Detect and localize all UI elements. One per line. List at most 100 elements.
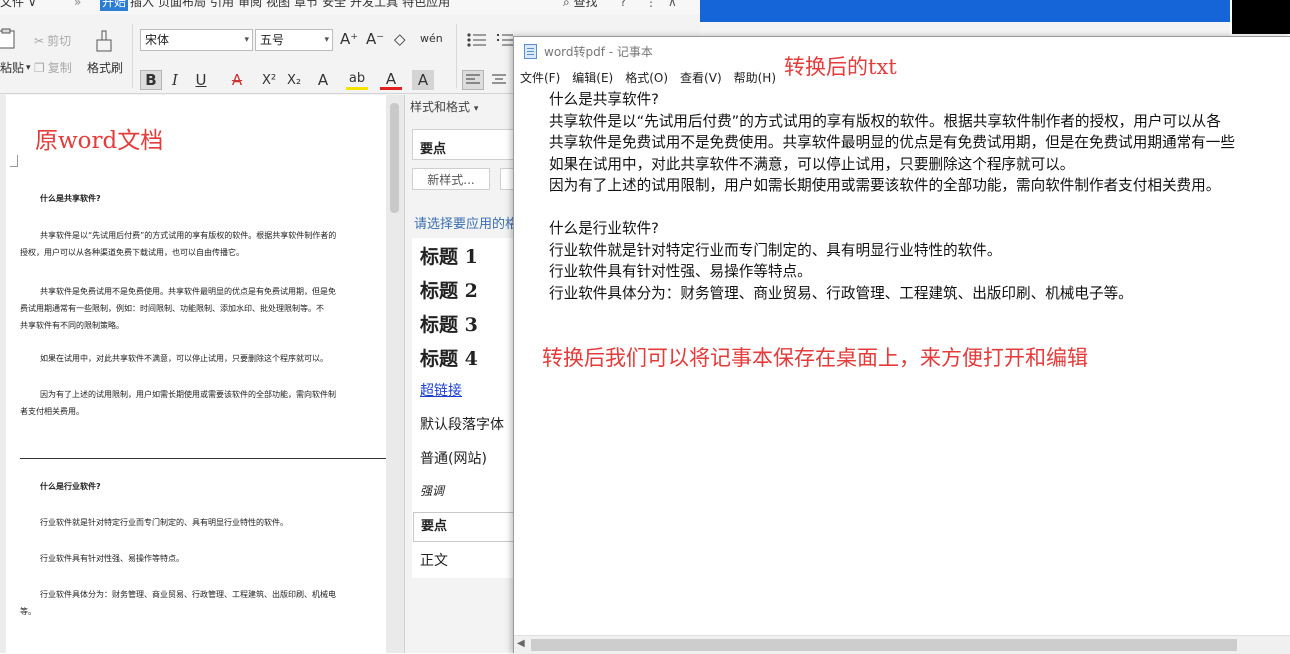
clear-format-icon[interactable]: ◇ [394,30,406,48]
phonetic-guide-button[interactable]: wén [420,32,443,45]
doc-paragraph: 行业软件具有针对性强、易操作等特点。 [40,554,184,563]
ribbon-tab[interactable]: 开始 [100,0,129,11]
background-window-titlebar [700,0,1230,22]
find-button[interactable]: ⌕ 查找 [563,0,598,8]
format-painter-button[interactable]: 格式刷 [87,59,123,76]
ribbon-tab[interactable]: 审阅 [236,0,264,11]
document-page[interactable]: 原word文档 什么是共享软件? 共享软件是以“先试用后付费”的方式试用的享有版… [0,95,386,653]
bold-button[interactable]: B [140,70,162,90]
ribbon-divider [456,24,457,88]
ribbon-tabs: 开始 插入 页面布局 引用 审阅 视图 章节 安全 开发工具 特色应用 [100,0,452,11]
doc-heading: 什么是共享软件? [40,194,101,203]
shrink-font-button[interactable]: A⁻ [366,30,384,48]
ribbon-tab[interactable]: 开发工具 [348,0,400,11]
ribbon-tab[interactable]: 安全 [320,0,348,11]
doc-paragraph: 行业软件具体分为：财务管理、商业贸易、行政管理、工程建筑、出版印刷、机械电 等。 [20,590,336,616]
highlight-button[interactable]: ab [346,70,368,90]
page-corner-mark [10,166,18,167]
style-item[interactable]: 要点 [413,512,523,542]
style-item[interactable]: 标题 4 [420,344,478,371]
font-name-select[interactable]: 宋体 ▾ [140,29,253,51]
notepad-text-line: 行业软件具体分为：财务管理、商业贸易、行政管理、工程建筑、出版印刷、机械电子等。 [549,284,1133,302]
notepad-menu-item[interactable]: 帮助(H) [728,66,782,86]
style-item[interactable]: 普通(网站) [420,448,487,468]
styles-pane-title[interactable]: 样式和格式 ▾ [410,98,478,115]
scroll-left-icon[interactable]: ◀ [517,638,525,649]
style-item[interactable]: 标题 3 [420,310,478,337]
align-left-icon[interactable] [462,70,484,90]
help-icon[interactable]: ? [620,0,626,8]
paste-icon[interactable] [0,28,16,50]
new-style-button[interactable]: 新样式... [412,168,490,190]
font-color-button[interactable]: A [380,70,402,90]
more-chevron-icon[interactable]: » [74,0,81,8]
notepad-text-line: 什么是共享软件? [549,91,659,108]
document-scrollbar[interactable] [386,95,404,653]
ribbon-tab[interactable]: 插入 [128,0,156,11]
format-painter-icon[interactable] [92,28,116,54]
bullet-list-icon[interactable] [465,30,489,50]
notepad-titlebar[interactable]: word转pdf - 记事本 转换后的txt [514,37,1290,79]
notepad-menu-item[interactable]: 格式(O) [619,66,674,86]
background-window-toolbar [700,22,1230,36]
edge-mark: ⋮ [1286,521,1290,531]
ribbon-tab[interactable]: 引用 [208,0,236,11]
strikethrough-button[interactable]: A [226,70,248,90]
notepad-icon [524,44,537,59]
original-doc-annotation: 原word文档 [35,128,164,154]
notepad-menu-item[interactable]: 文件(F) [514,66,566,86]
char-shading-button[interactable]: A [412,70,434,90]
font-size-select[interactable]: 五号 ▾ [255,29,333,51]
doc-paragraph: 因为有了上述的试用限制，用户如需长期使用或需要该软件的全部功能，需向软件制 者支付… [20,390,336,416]
notepad-text-line: 行业软件具有针对性强、易操作等特点。 [549,263,812,280]
cut-button[interactable]: ✂ 剪切 [34,32,71,49]
notepad-text-area[interactable]: 什么是共享软件? 共享软件是以“先试用后付费”的方式试用的享有版权的软件。根据共享… [549,89,1235,304]
style-item[interactable]: 标题 2 [420,276,478,303]
paste-label[interactable]: 粘贴 ▾ [0,59,31,76]
save-tip-annotation: 转换后我们可以将记事本保存在桌面上，来方便打开和编辑 [542,346,1088,370]
horizontal-scrollbar[interactable]: ◀ [514,635,1290,654]
italic-button[interactable]: I [164,70,186,90]
doc-paragraph: 共享软件是以“先试用后付费”的方式试用的享有版权的软件。根据共享软件制作者的 授权… [20,231,337,257]
current-style-box[interactable]: 要点 [412,129,522,160]
scrollbar-thumb[interactable] [390,103,399,213]
notepad-title: word转pdf - 记事本 [544,45,653,59]
notepad-window: word转pdf - 记事本 转换后的txt 文件(F) 编辑(E) 格式(O) 查看… [513,36,1290,654]
document-margin [0,95,6,653]
ribbon-tab[interactable]: 页面布局 [156,0,208,11]
notepad-menu-item[interactable]: 编辑(E) [566,66,619,86]
style-item[interactable]: 标题 1 [420,242,478,269]
ribbon-tab[interactable]: 视图 [264,0,292,11]
collapse-ribbon-icon[interactable]: ∧ [668,0,677,8]
wps-menubar: 文件 ∨ » 开始 插入 页面布局 引用 审阅 视图 章节 安全 开发工具 特色应用 ⌕ 查找 ?… [0,0,700,14]
notepad-text-line: 共享软件是以“先试用后付费”的方式试用的享有版权的软件。根据共享软件制作者的授权… [549,112,1221,130]
more-options-icon[interactable]: ⋮ [645,0,657,8]
text-effect-button[interactable]: A [312,70,334,90]
file-menu[interactable]: 文件 ∨ [0,0,37,8]
page-break-line [20,458,386,459]
numbered-list-icon[interactable] [496,30,514,50]
underline-button[interactable]: U [190,70,212,90]
ribbon-divider [132,24,133,88]
grow-font-button[interactable]: A⁺ [340,30,358,48]
style-item[interactable]: 正文 [420,550,448,570]
copy-button[interactable]: ❐ 复制 [34,59,72,76]
scrollbar-thumb[interactable] [531,639,1237,651]
style-item[interactable]: 强调 [420,482,444,499]
notepad-text-line: 什么是行业软件? [549,220,659,237]
doc-paragraph: 行业软件就是针对特定行业而专门制定的、具有明显行业特性的软件。 [40,518,288,527]
notepad-text-line [549,197,1235,219]
doc-heading: 什么是行业软件? [40,482,101,491]
notepad-menubar: 文件(F) 编辑(E) 格式(O) 查看(V) 帮助(H) [514,66,1290,86]
notepad-text-line: 共享软件是免费试用不是免费使用。共享软件最明显的优点是有免费试用期，但是在免费试… [549,134,1235,151]
align-center-icon[interactable] [488,70,510,90]
ribbon-tab[interactable]: 特色应用 [400,0,452,11]
notepad-menu-item[interactable]: 查看(V) [674,66,728,86]
ribbon-tab[interactable]: 章节 [292,0,320,11]
doc-paragraph: 共享软件是免费试用不是免费使用。共享软件最明显的优点是有免费试用期，但是免 费试用… [20,287,336,330]
superscript-button[interactable]: X² [258,70,280,90]
style-item[interactable]: 默认段落字体 [420,414,504,434]
style-item[interactable]: 超链接 [420,380,462,400]
notepad-text-line: 行业软件就是针对特定行业而专门制定的、具有明显行业特性的软件。 [549,241,1002,259]
subscript-button[interactable]: X₂ [283,70,305,90]
